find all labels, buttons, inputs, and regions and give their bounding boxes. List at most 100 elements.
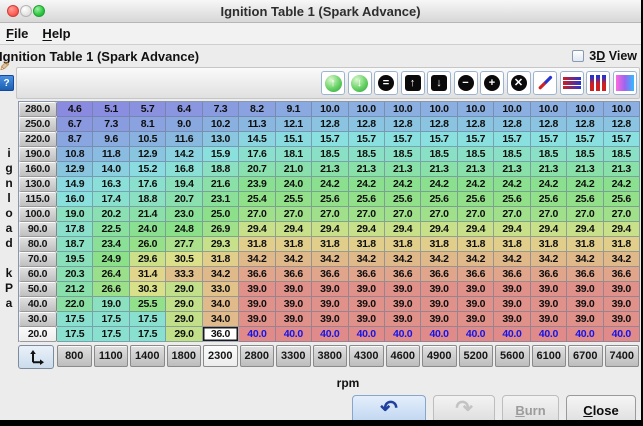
column-header-1400[interactable]: 1400 <box>130 345 165 367</box>
table-cell-20.0-800[interactable]: 17.5 <box>57 327 93 342</box>
table-cell-80.0-7400[interactable]: 31.8 <box>604 237 640 252</box>
table-cell-115.0-2300[interactable]: 23.1 <box>203 192 239 207</box>
table-cell-50.0-4600[interactable]: 39.0 <box>385 282 421 297</box>
table-cell-90.0-3800[interactable]: 29.4 <box>312 222 348 237</box>
table-cell-40.0-2800[interactable]: 39.0 <box>239 297 275 312</box>
3d-view-toggle[interactable]: 3D View <box>572 49 637 63</box>
table-cell-160.0-4300[interactable]: 21.3 <box>349 162 385 177</box>
table-cell-220.0-4900[interactable]: 15.7 <box>421 132 457 147</box>
table-cell-50.0-6700[interactable]: 39.0 <box>567 282 603 297</box>
table-cell-50.0-800[interactable]: 21.2 <box>57 282 93 297</box>
table-cell-100.0-5200[interactable]: 27.0 <box>458 207 494 222</box>
column-header-2300[interactable]: 2300 <box>203 345 238 367</box>
table-cell-280.0-800[interactable]: 4.6 <box>57 102 93 117</box>
table-cell-100.0-2800[interactable]: 27.0 <box>239 207 275 222</box>
table-cell-40.0-4600[interactable]: 39.0 <box>385 297 421 312</box>
table-cell-30.0-1100[interactable]: 17.5 <box>93 312 129 327</box>
table-cell-250.0-2800[interactable]: 11.3 <box>239 117 275 132</box>
table-cell-160.0-800[interactable]: 12.9 <box>57 162 93 177</box>
table-cell-30.0-5600[interactable]: 39.0 <box>494 312 530 327</box>
table-cell-20.0-3800[interactable]: 40.0 <box>312 327 348 342</box>
table-cell-90.0-1800[interactable]: 24.8 <box>166 222 202 237</box>
column-header-3300[interactable]: 3300 <box>276 345 311 367</box>
table-cell-115.0-5600[interactable]: 25.6 <box>494 192 530 207</box>
table-cell-130.0-3800[interactable]: 24.2 <box>312 177 348 192</box>
table-cell-30.0-1400[interactable]: 17.5 <box>130 312 166 327</box>
table-cell-60.0-2800[interactable]: 36.6 <box>239 267 275 282</box>
table-cell-100.0-4900[interactable]: 27.0 <box>421 207 457 222</box>
table-cell-160.0-2800[interactable]: 20.7 <box>239 162 275 177</box>
row-header-40.0[interactable]: 40.0 <box>19 297 57 312</box>
menu-help[interactable]: Help <box>42 26 70 41</box>
table-cell-160.0-3300[interactable]: 21.0 <box>276 162 312 177</box>
table-cell-130.0-5200[interactable]: 24.2 <box>458 177 494 192</box>
table-cell-80.0-6700[interactable]: 31.8 <box>567 237 603 252</box>
table-cell-115.0-2800[interactable]: 25.4 <box>239 192 275 207</box>
table-cell-50.0-4300[interactable]: 39.0 <box>349 282 385 297</box>
decrease-value-green-button[interactable]: ↓ <box>348 71 372 95</box>
table-cell-70.0-6700[interactable]: 34.2 <box>567 252 603 267</box>
table-cell-280.0-5200[interactable]: 10.0 <box>458 102 494 117</box>
table-cell-40.0-6100[interactable]: 39.0 <box>531 297 567 312</box>
table-cell-280.0-1800[interactable]: 6.4 <box>166 102 202 117</box>
table-cell-90.0-2300[interactable]: 26.9 <box>203 222 239 237</box>
table-cell-100.0-3300[interactable]: 27.0 <box>276 207 312 222</box>
help-icon[interactable]: ? <box>0 75 14 91</box>
column-header-3800[interactable]: 3800 <box>313 345 348 367</box>
table-cell-190.0-7400[interactable]: 18.5 <box>604 147 640 162</box>
table-cell-70.0-1400[interactable]: 29.6 <box>130 252 166 267</box>
table-cell-220.0-4600[interactable]: 15.7 <box>385 132 421 147</box>
table-cell-80.0-5600[interactable]: 31.8 <box>494 237 530 252</box>
table-cell-50.0-4900[interactable]: 39.0 <box>421 282 457 297</box>
table-cell-250.0-3800[interactable]: 12.8 <box>312 117 348 132</box>
table-cell-115.0-5200[interactable]: 25.6 <box>458 192 494 207</box>
table-cell-130.0-800[interactable]: 14.9 <box>57 177 93 192</box>
table-cell-220.0-800[interactable]: 8.7 <box>57 132 93 147</box>
table-cell-80.0-1800[interactable]: 27.7 <box>166 237 202 252</box>
table-cell-60.0-6100[interactable]: 36.6 <box>531 267 567 282</box>
table-cell-40.0-6700[interactable]: 39.0 <box>567 297 603 312</box>
table-cell-40.0-1800[interactable]: 29.0 <box>166 297 202 312</box>
table-cell-220.0-3800[interactable]: 15.7 <box>312 132 348 147</box>
table-cell-115.0-4300[interactable]: 25.6 <box>349 192 385 207</box>
table-cell-190.0-4900[interactable]: 18.5 <box>421 147 457 162</box>
set-value-equal-button[interactable]: = <box>374 71 398 95</box>
table-cell-130.0-4600[interactable]: 24.2 <box>385 177 421 192</box>
table-cell-30.0-3800[interactable]: 39.0 <box>312 312 348 327</box>
table-cell-60.0-4600[interactable]: 36.6 <box>385 267 421 282</box>
table-cell-115.0-1800[interactable]: 20.7 <box>166 192 202 207</box>
table-cell-60.0-1100[interactable]: 26.4 <box>93 267 129 282</box>
table-cell-20.0-4600[interactable]: 40.0 <box>385 327 421 342</box>
table-cell-190.0-3300[interactable]: 18.1 <box>276 147 312 162</box>
table-cell-70.0-2300[interactable]: 31.8 <box>203 252 239 267</box>
table-cell-220.0-1100[interactable]: 9.6 <box>93 132 129 147</box>
table-cell-100.0-4300[interactable]: 27.0 <box>349 207 385 222</box>
table-cell-280.0-4600[interactable]: 10.0 <box>385 102 421 117</box>
table-cell-60.0-6700[interactable]: 36.6 <box>567 267 603 282</box>
table-cell-190.0-4600[interactable]: 18.5 <box>385 147 421 162</box>
row-header-160.0[interactable]: 160.0 <box>19 162 57 177</box>
table-cell-130.0-2800[interactable]: 23.9 <box>239 177 275 192</box>
table-cell-60.0-4900[interactable]: 36.6 <box>421 267 457 282</box>
table-cell-100.0-6100[interactable]: 27.0 <box>531 207 567 222</box>
table-cell-30.0-1800[interactable]: 29.0 <box>166 312 202 327</box>
table-cell-80.0-3800[interactable]: 31.8 <box>312 237 348 252</box>
row-header-50.0[interactable]: 50.0 <box>19 282 57 297</box>
table-cell-115.0-3300[interactable]: 25.5 <box>276 192 312 207</box>
table-cell-280.0-6700[interactable]: 10.0 <box>567 102 603 117</box>
table-cell-280.0-2300[interactable]: 7.3 <box>203 102 239 117</box>
table-cell-20.0-1400[interactable]: 17.5 <box>130 327 166 342</box>
table-cell-90.0-5600[interactable]: 29.4 <box>494 222 530 237</box>
scale-multiply-button[interactable]: ✕ <box>507 71 531 95</box>
table-cell-100.0-1100[interactable]: 20.2 <box>93 207 129 222</box>
table-cell-60.0-5600[interactable]: 36.6 <box>494 267 530 282</box>
table-cell-50.0-2800[interactable]: 39.0 <box>239 282 275 297</box>
table-cell-60.0-5200[interactable]: 36.6 <box>458 267 494 282</box>
table-cell-60.0-1800[interactable]: 33.3 <box>166 267 202 282</box>
interpolate-horizontal-button[interactable] <box>560 71 584 95</box>
table-cell-115.0-4600[interactable]: 25.6 <box>385 192 421 207</box>
table-cell-40.0-5200[interactable]: 39.0 <box>458 297 494 312</box>
table-cell-60.0-1400[interactable]: 31.4 <box>130 267 166 282</box>
table-cell-100.0-1400[interactable]: 21.4 <box>130 207 166 222</box>
column-header-800[interactable]: 800 <box>57 345 92 367</box>
